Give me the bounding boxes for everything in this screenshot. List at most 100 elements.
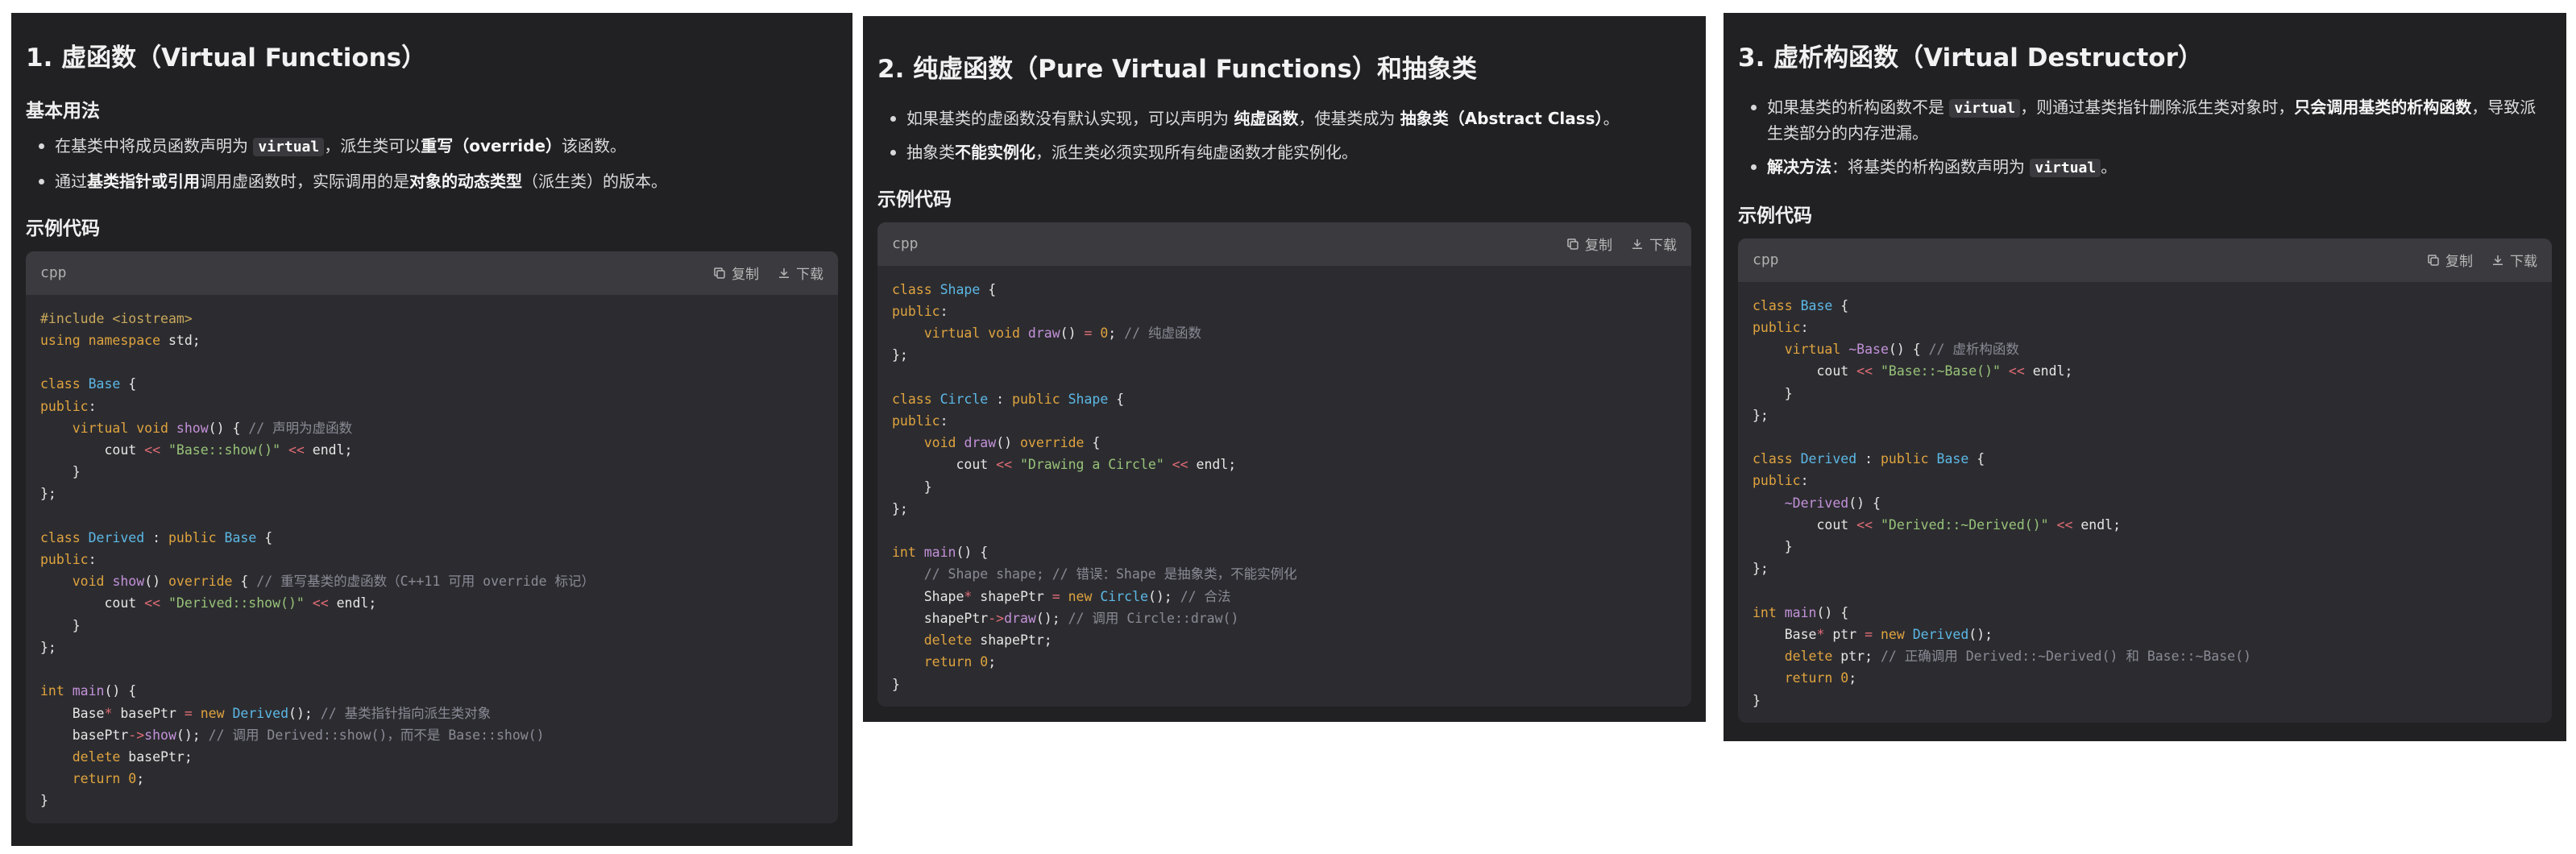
code-token: () { bbox=[208, 420, 249, 436]
download-icon bbox=[779, 267, 789, 278]
code-line: virtual ~Base() { // 虚析构函数 bbox=[1753, 342, 2019, 357]
bullet-text: ：将基类的析构函数声明为 bbox=[1831, 156, 2031, 176]
bullet-text: ，则通过基类指针删除派生类对象时， bbox=[2020, 97, 2295, 117]
code-content: class Shape { public: virtual void draw(… bbox=[877, 266, 1691, 707]
code-token: () bbox=[144, 574, 168, 590]
code-token: new bbox=[1880, 626, 1905, 642]
code-token: } bbox=[1753, 692, 1761, 708]
code-line: ~Derived() { bbox=[1753, 495, 1881, 511]
code-line: public: bbox=[892, 413, 948, 429]
bullet-text: 如果基类的虚函数没有默认实现，可以声明为 bbox=[906, 108, 1234, 128]
code-token: } bbox=[1784, 385, 1793, 401]
code-language-label: cpp bbox=[40, 264, 67, 282]
code-line: class Derived : public Base { bbox=[40, 530, 272, 545]
bold-text: 不能实例化 bbox=[955, 142, 1035, 162]
download-button-label: 下载 bbox=[796, 267, 823, 284]
download-button[interactable]: 下载 bbox=[2491, 250, 2537, 270]
download-button[interactable]: 下载 bbox=[1630, 234, 1677, 254]
code-token: class bbox=[40, 376, 81, 392]
code-line: cout << "Drawing a Circle" << endl; bbox=[892, 457, 1236, 472]
code-line: class Base { bbox=[1753, 298, 1848, 313]
example-code-label: 示例代码 bbox=[1738, 205, 1812, 226]
code-token: { bbox=[980, 281, 997, 297]
code-token: shapePtr bbox=[923, 610, 989, 626]
code-block: cpp 复制 下载 class Shape { public: virtual … bbox=[877, 222, 1691, 707]
code-token: (); bbox=[288, 705, 321, 721]
code-line: } bbox=[892, 677, 900, 692]
bullet-text: ，派生类可以 bbox=[324, 135, 421, 155]
code-token: class bbox=[1753, 451, 1793, 467]
code-line: }; bbox=[40, 640, 56, 655]
code-token: : bbox=[940, 304, 948, 320]
bullet-item: 如果基类的析构函数不是 virtual ，则通过基类指针删除派生类对象时，只会调用… bbox=[1751, 95, 2552, 145]
section-virtual-functions: 1. 虚函数（Virtual Functions） 基本用法 在基类中将成员函数… bbox=[11, 13, 852, 846]
code-line: basePtr->show(); // 调用 Derived::show()，而… bbox=[40, 728, 545, 743]
code-line: class Shape { bbox=[892, 282, 996, 297]
code-block-header: cpp 复制 下载 bbox=[877, 222, 1691, 266]
code-token: : bbox=[1800, 473, 1809, 489]
code-token: : bbox=[1800, 320, 1809, 336]
code-token: return bbox=[923, 654, 973, 670]
code-token: // 重写基类的虚函数（C++11 可用 override 标记） bbox=[256, 574, 595, 590]
code-line: public: bbox=[892, 304, 948, 319]
copy-button[interactable]: 复制 bbox=[1566, 234, 1612, 254]
bullet-item: 解决方法：将基类的析构函数声明为 virtual。 bbox=[1751, 155, 2552, 180]
code-token: Derived bbox=[1800, 451, 1857, 467]
bullet-text: 。 bbox=[1603, 108, 1620, 128]
code-token: << bbox=[144, 442, 161, 458]
code-token: #include <iostream> bbox=[40, 310, 193, 326]
download-button-label: 下载 bbox=[1649, 238, 1677, 255]
code-token: << bbox=[1172, 457, 1188, 473]
code-token: public bbox=[1753, 320, 1801, 336]
subsection-title: 基本用法 bbox=[26, 100, 100, 122]
code-token: draw bbox=[964, 435, 997, 451]
code-token: namespace bbox=[80, 333, 161, 349]
code-token: cout bbox=[1816, 363, 1857, 379]
code-token: shapePtr; bbox=[972, 632, 1052, 649]
bold-text: 抽象类（Abstract Class） bbox=[1400, 108, 1603, 128]
bullet-text: （派生类）的版本。 bbox=[522, 171, 667, 191]
code-line: cout << "Base::show()" << endl; bbox=[40, 442, 352, 458]
download-button[interactable]: 下载 bbox=[777, 263, 823, 283]
code-token: // Shape shape; // 错误：Shape 是抽象类，不能实例化 bbox=[923, 566, 1297, 582]
code-line: shapePtr->draw(); // 调用 Circle::draw() bbox=[892, 610, 1239, 626]
bold-text: 解决方法 bbox=[1767, 156, 1831, 176]
code-token: endl; bbox=[328, 595, 377, 611]
code-line: int main() { bbox=[892, 545, 988, 560]
code-token: int bbox=[40, 683, 64, 699]
code-token: cout bbox=[104, 442, 145, 458]
code-token: Shape bbox=[923, 588, 964, 604]
code-line: delete basePtr; bbox=[40, 749, 193, 765]
code-token: Shape bbox=[940, 281, 981, 297]
code-token: ptr bbox=[1824, 626, 1865, 642]
copy-button[interactable]: 复制 bbox=[712, 263, 759, 283]
code-token: int bbox=[892, 545, 916, 561]
copy-button[interactable]: 复制 bbox=[2426, 250, 2473, 270]
code-line: virtual void draw() = 0; // 纯虚函数 bbox=[892, 325, 1201, 341]
code-token: { bbox=[120, 376, 137, 392]
code-token: { bbox=[1832, 297, 1849, 313]
code-token: ; bbox=[136, 771, 145, 787]
code-token: shapePtr bbox=[972, 588, 1052, 604]
code-token: Derived bbox=[88, 529, 145, 545]
bullet-list: 如果基类的虚函数没有默认实现，可以声明为 纯虚函数，使基类成为 抽象类（Abst… bbox=[877, 106, 1691, 164]
bullet-text: 在基类中将成员函数声明为 bbox=[55, 135, 254, 155]
code-line: class Base { bbox=[40, 376, 136, 392]
code-line: void draw() override { bbox=[892, 435, 1101, 451]
code-token: delete bbox=[72, 748, 121, 765]
bold-text: 对象的动态类型 bbox=[409, 171, 522, 191]
code-token: delete bbox=[923, 632, 973, 649]
code-token: () { bbox=[1888, 342, 1929, 358]
